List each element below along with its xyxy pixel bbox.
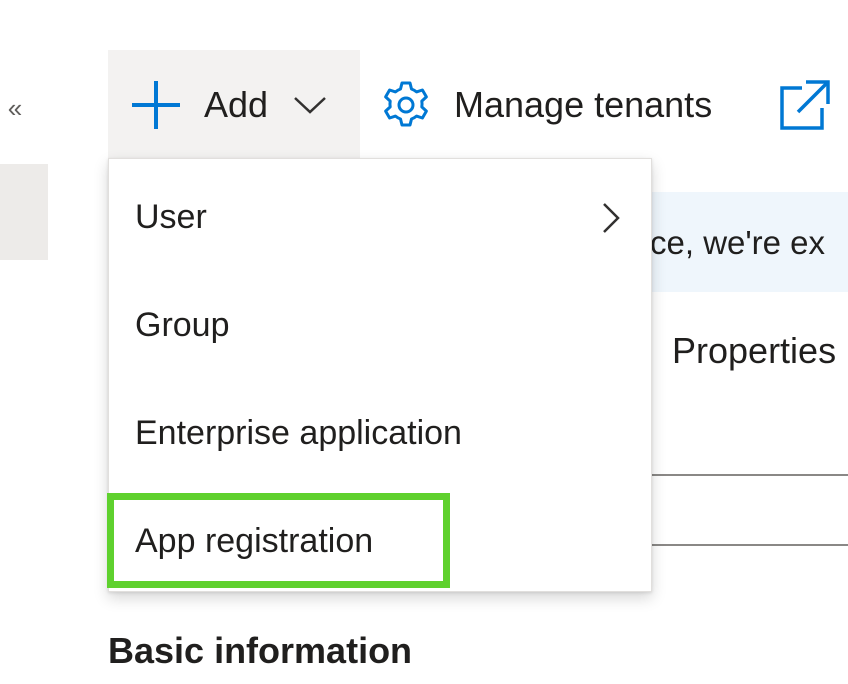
- divider: [640, 544, 848, 546]
- open-in-new-window-icon: [780, 80, 830, 130]
- menu-item-user[interactable]: User: [109, 163, 651, 271]
- menu-item-label: App registration: [135, 521, 374, 560]
- divider: [640, 474, 848, 476]
- menu-item-enterprise-application[interactable]: Enterprise application: [109, 379, 651, 487]
- menu-item-label: Group: [135, 305, 230, 344]
- properties-tab[interactable]: Properties: [672, 330, 836, 372]
- menu-item-label: User: [135, 197, 207, 236]
- open-in-new-window-button[interactable]: [778, 78, 832, 132]
- add-dropdown-menu: User Group Enterprise application App re…: [108, 158, 652, 592]
- chevron-right-icon: [603, 203, 620, 233]
- gear-icon: [384, 81, 428, 127]
- menu-item-group[interactable]: Group: [109, 271, 651, 379]
- section-title-basic-information: Basic information: [108, 630, 413, 671]
- menu-item-label: Enterprise application: [135, 413, 462, 452]
- add-button[interactable]: Add: [108, 50, 360, 160]
- manage-tenants-button[interactable]: Manage tenants: [380, 70, 712, 140]
- info-banner-text: ce, we're ex: [650, 224, 826, 261]
- manage-tenants-label: Manage tenants: [454, 84, 713, 125]
- nav-selected-item[interactable]: [0, 164, 48, 260]
- collapse-nav-button[interactable]: «: [0, 88, 30, 128]
- double-chevron-left-icon: «: [7, 93, 23, 123]
- add-button-label: Add: [204, 84, 269, 125]
- chevron-down-icon: [294, 97, 326, 114]
- app-window: « Add Manage tenants ce, we're ex Proper…: [0, 0, 848, 684]
- menu-item-app-registration[interactable]: App registration: [109, 487, 651, 595]
- plus-icon: [130, 79, 182, 131]
